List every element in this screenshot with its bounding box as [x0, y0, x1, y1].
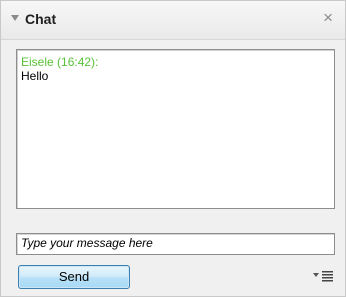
- chat-header: Chat ×: [1, 1, 345, 40]
- close-icon[interactable]: ×: [323, 9, 333, 27]
- send-button[interactable]: Send: [18, 265, 130, 289]
- collapse-triangle-icon[interactable]: [11, 15, 19, 21]
- message-sender-time: Eisele (16:42):: [21, 55, 99, 69]
- message-text: Hello: [21, 69, 49, 83]
- message-history[interactable]: Eisele (16:42): Hello: [16, 49, 335, 209]
- menu-list-icon[interactable]: [312, 269, 334, 283]
- chat-panel: Chat × Eisele (16:42): Hello Send: [0, 0, 346, 297]
- panel-title: Chat: [25, 11, 57, 27]
- message-input-container[interactable]: [16, 233, 335, 255]
- chat-message: Eisele (16:42): Hello: [21, 55, 98, 83]
- message-input[interactable]: [17, 234, 332, 252]
